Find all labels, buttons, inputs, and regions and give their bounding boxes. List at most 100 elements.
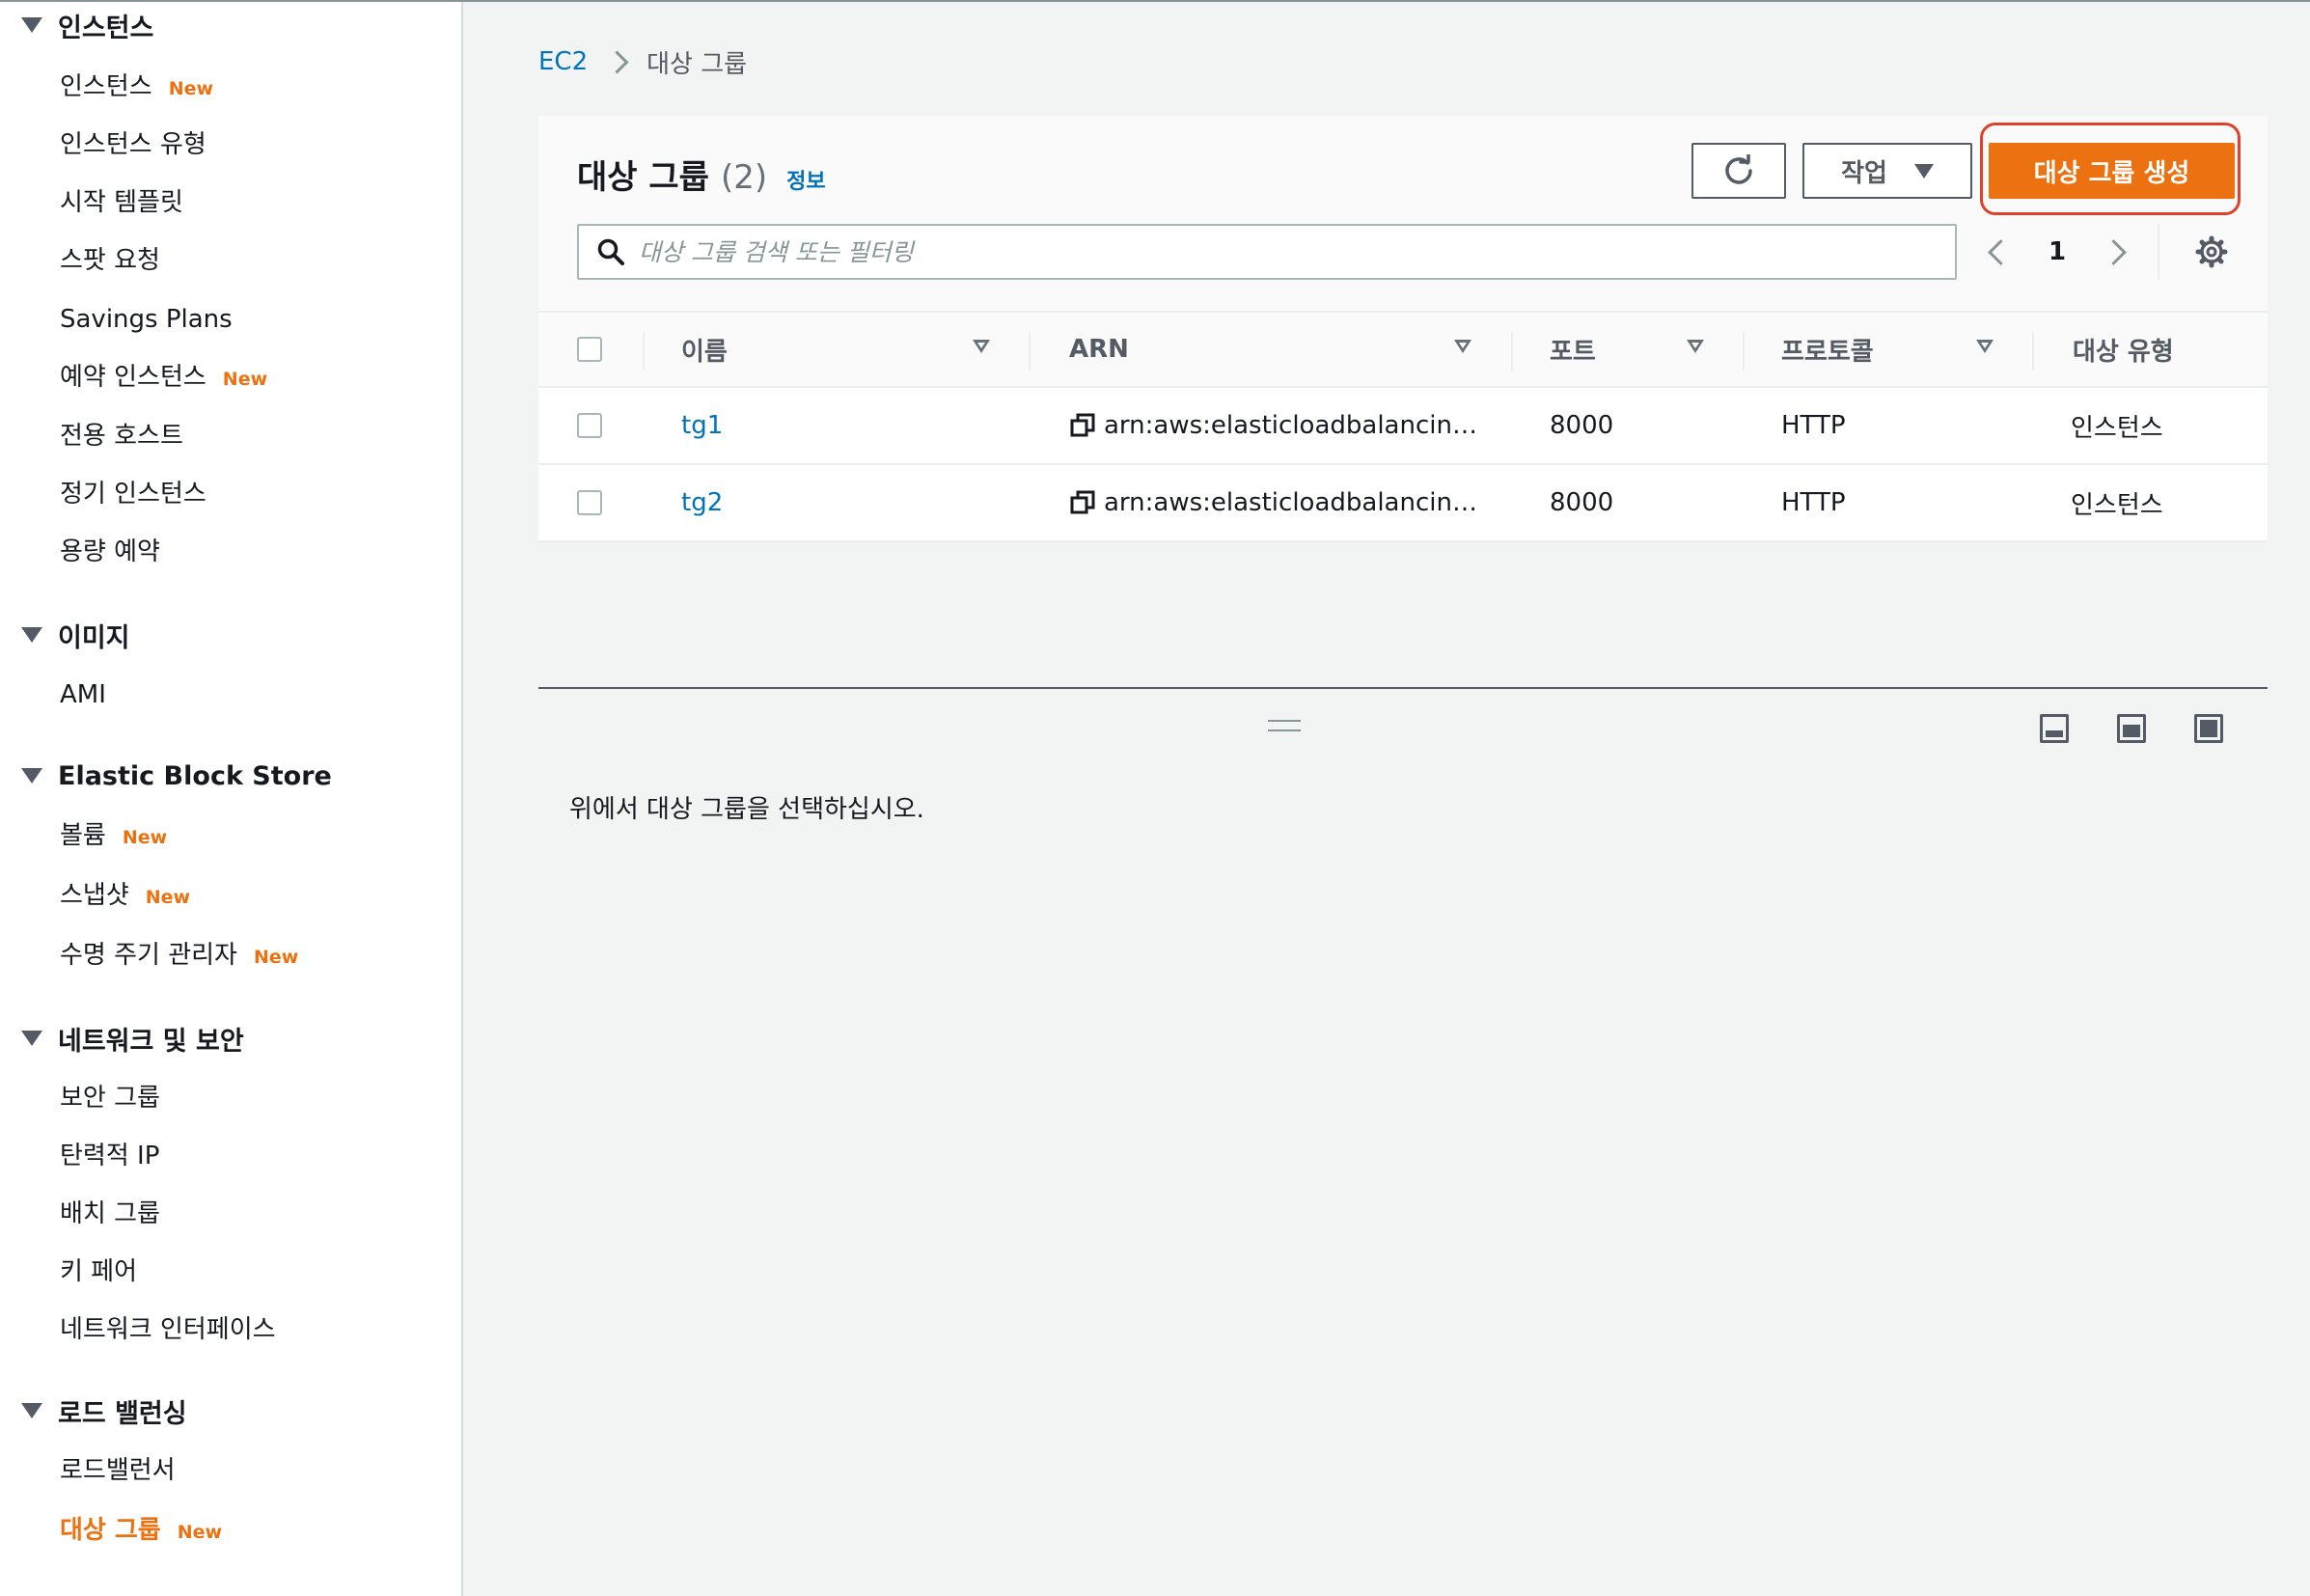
sidebar-section-images[interactable]: 이미지 <box>21 616 130 654</box>
sidebar-item-label: 수명 주기 관리자 <box>60 941 237 970</box>
sidebar-item-instances[interactable]: 인스턴스 New <box>60 68 213 106</box>
sidebar-section-network-security[interactable]: 네트워크 및 보안 <box>21 1019 244 1058</box>
column-divider <box>1743 332 1745 371</box>
settings-gear-icon[interactable] <box>2192 233 2231 275</box>
sidebar-item-label: 인스턴스 <box>60 72 152 101</box>
sidebar-item-key-pairs[interactable]: 키 페어 <box>60 1252 137 1291</box>
sidebar-item-label: 스냅샷 <box>60 881 129 910</box>
column-header-name[interactable]: 이름 <box>681 313 728 386</box>
new-badge: New <box>253 947 299 968</box>
port-cell: 8000 <box>1550 488 1614 517</box>
sidebar-item-spot-requests[interactable]: 스팟 요청 <box>60 241 160 280</box>
sort-icon[interactable] <box>1976 340 1994 353</box>
section-label: 로드 밸런싱 <box>58 1398 187 1429</box>
title-text: 대상 그룹 <box>577 158 709 197</box>
sidebar-item-label: 전용 호스트 <box>60 422 183 451</box>
sidebar-item-scheduled-instances[interactable]: 정기 인스턴스 <box>60 475 206 513</box>
select-all-checkbox[interactable] <box>577 337 602 362</box>
current-page-number[interactable]: 1 <box>2049 237 2066 266</box>
next-page-icon[interactable] <box>2101 238 2128 265</box>
sidebar-item-placement-groups[interactable]: 배치 그룹 <box>60 1195 160 1233</box>
collapse-triangle-icon <box>21 17 42 33</box>
split-bottom-icon[interactable] <box>2040 714 2069 743</box>
actions-label: 작업 <box>1841 158 1887 188</box>
sidebar-item-target-groups[interactable]: 대상 그룹 New <box>60 1511 222 1550</box>
table-row[interactable]: tg1 arn:aws:elasticloadbalancin… 8000 HT… <box>538 388 2268 465</box>
new-badge: New <box>177 1522 223 1543</box>
sort-icon[interactable] <box>1454 340 1471 353</box>
refresh-button[interactable] <box>1691 143 1786 199</box>
sidebar-item-dedicated-hosts[interactable]: 전용 호스트 <box>60 417 183 455</box>
sidebar-item-instance-types[interactable]: 인스턴스 유형 <box>60 125 206 164</box>
create-target-group-button[interactable]: 대상 그룹 생성 <box>1989 143 2235 199</box>
sidebar-item-label: 키 페어 <box>60 1257 138 1286</box>
sidebar-item-label: 시작 템플릿 <box>60 188 183 217</box>
row-checkbox[interactable] <box>577 490 602 515</box>
page-title: 대상 그룹 (2) 정보 <box>577 151 826 198</box>
sidebar-section-instances[interactable]: 인스턴스 <box>21 6 153 44</box>
sidebar-item-ami[interactable]: AMI <box>60 675 106 714</box>
protocol-cell: HTTP <box>1781 411 1846 440</box>
resize-handle-icon[interactable] <box>1268 720 1301 731</box>
port-cell: 8000 <box>1550 411 1614 440</box>
sidebar-item-capacity-reservations[interactable]: 용량 예약 <box>60 533 160 571</box>
section-label: 이미지 <box>58 622 130 653</box>
split-side-icon[interactable] <box>2117 714 2146 743</box>
sidebar-item-launch-templates[interactable]: 시작 템플릿 <box>60 183 183 222</box>
sidebar-item-network-interfaces[interactable]: 네트워크 인터페이스 <box>60 1310 276 1349</box>
info-link[interactable]: 정보 <box>786 164 825 195</box>
sidebar-item-elastic-ips[interactable]: 탄력적 IP <box>60 1137 159 1175</box>
column-header-target-type[interactable]: 대상 유형 <box>2073 313 2174 386</box>
breadcrumb-ec2-link[interactable]: EC2 <box>538 47 588 76</box>
sidebar-item-snapshots[interactable]: 스냅샷 New <box>60 876 190 915</box>
copy-icon[interactable] <box>1069 412 1096 439</box>
row-checkbox[interactable] <box>577 413 602 438</box>
sidebar-item-label: 로드밸런서 <box>60 1456 176 1485</box>
arn-value: arn:aws:elasticloadbalancin… <box>1104 411 1477 440</box>
sidebar-item-label: 스팟 요청 <box>60 246 160 275</box>
new-badge: New <box>168 78 214 99</box>
sidebar-item-security-groups[interactable]: 보안 그룹 <box>60 1079 160 1117</box>
sidebar-section-load-balancing[interactable]: 로드 밸런싱 <box>21 1391 187 1430</box>
collapse-triangle-icon <box>21 768 42 784</box>
panel-header: 대상 그룹 (2) 정보 작업 대상 그룹 생성 1 <box>538 116 2268 313</box>
target-group-name-link[interactable]: tg1 <box>681 388 723 463</box>
table-header: 이름 ARN 포트 프로토콜 대상 유형 <box>538 313 2268 388</box>
column-header-port[interactable]: 포트 <box>1550 313 1596 386</box>
sidebar-item-label: 인스턴스 유형 <box>60 130 206 159</box>
detail-empty-message: 위에서 대상 그룹을 선택하십시오. <box>569 795 924 824</box>
protocol-cell: HTTP <box>1781 488 1846 517</box>
sidebar-item-reserved-instances[interactable]: 예약 인스턴스 New <box>60 358 267 397</box>
collapse-triangle-icon <box>21 1403 42 1418</box>
sidebar-section-ebs[interactable]: Elastic Block Store <box>21 757 332 795</box>
sidebar-item-label: 보안 그룹 <box>60 1084 160 1113</box>
sort-icon[interactable] <box>973 340 990 353</box>
sidebar-item-label: 볼륨 <box>60 821 106 850</box>
split-panel-divider <box>538 687 2268 689</box>
sidebar-item-savings-plans[interactable]: Savings Plans <box>60 300 233 339</box>
copy-icon[interactable] <box>1069 489 1096 516</box>
table-row[interactable]: tg2 arn:aws:elasticloadbalancin… 8000 HT… <box>538 465 2268 542</box>
chevron-right-icon <box>605 49 629 74</box>
target-group-name-link[interactable]: tg2 <box>681 465 723 540</box>
arn-cell: arn:aws:elasticloadbalancin… <box>1069 465 1477 540</box>
column-label: 포트 <box>1550 337 1596 367</box>
sidebar-item-volumes[interactable]: 볼륨 New <box>60 816 167 855</box>
sidebar-item-label: 용량 예약 <box>60 537 160 566</box>
previous-page-icon[interactable] <box>1988 238 2014 265</box>
actions-dropdown-button[interactable]: 작업 <box>1802 143 1972 199</box>
sidebar-item-label: 네트워크 인터페이스 <box>60 1315 276 1344</box>
sidebar-item-label: 정기 인스턴스 <box>60 480 206 509</box>
arn-cell: arn:aws:elasticloadbalancin… <box>1069 388 1477 463</box>
sidebar-item-load-balancers[interactable]: 로드밸런서 <box>60 1451 176 1490</box>
sidebar-item-lifecycle-manager[interactable]: 수명 주기 관리자 New <box>60 936 298 975</box>
refresh-icon <box>1725 154 1752 184</box>
breadcrumb: EC2 대상 그룹 <box>538 42 747 81</box>
collapse-triangle-icon <box>21 1031 42 1046</box>
sort-icon[interactable] <box>1687 340 1704 353</box>
split-full-icon[interactable] <box>2194 714 2223 743</box>
column-header-protocol[interactable]: 프로토콜 <box>1781 313 1874 386</box>
search-input[interactable] <box>637 236 1895 267</box>
sidebar-item-label: 배치 그룹 <box>60 1199 160 1228</box>
column-header-arn[interactable]: ARN <box>1069 313 1129 386</box>
